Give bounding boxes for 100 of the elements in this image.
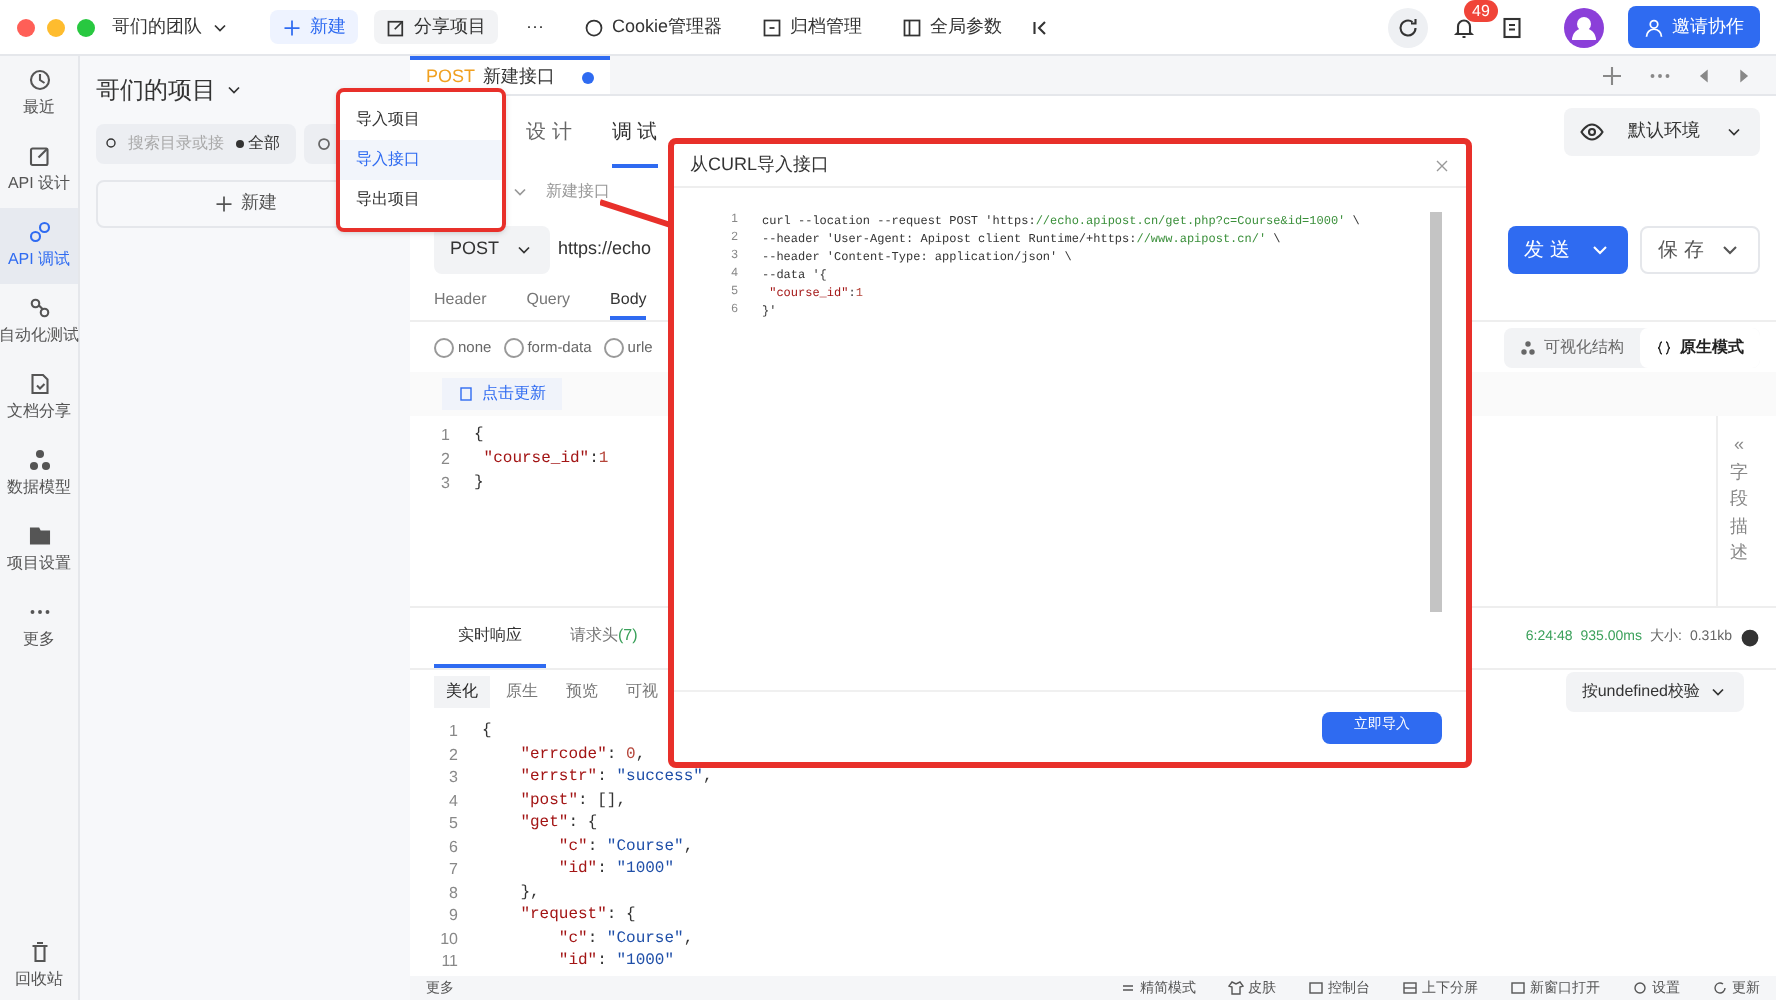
mode-tab[interactable]: 调 试 (611, 118, 658, 168)
code-line: "request": { (518, 904, 636, 927)
menu-item[interactable]: 导入接口 (340, 140, 502, 180)
bell-icon (1452, 15, 1476, 39)
eye-icon (1580, 120, 1604, 144)
body-tab[interactable]: Query (526, 284, 571, 320)
url-field[interactable]: https://echo (558, 236, 652, 264)
body-tab[interactable]: Body (610, 284, 647, 320)
terminal-icon (1308, 980, 1324, 996)
view-mode-button[interactable]: 可视化结构 (1504, 327, 1640, 367)
window-icon (1510, 980, 1526, 996)
format-tab[interactable]: 可视 (614, 675, 670, 707)
notification-badge: 49 (1464, 0, 1498, 21)
format-tab[interactable]: 美化 (434, 675, 490, 707)
search-field[interactable]: 搜索目录或接 全部 (96, 124, 296, 164)
code-line: "errstr": "success", (518, 766, 713, 789)
line-number: 3 (439, 472, 452, 496)
format-tab[interactable]: 预览 (554, 675, 610, 707)
toolbar-button[interactable]: 归档管理 (750, 9, 875, 45)
sync-button[interactable] (1388, 7, 1428, 47)
line-number: 1 (439, 424, 452, 448)
notes-icon (1500, 15, 1524, 39)
code-line: "c": "Course", (556, 835, 694, 858)
nav-item[interactable]: 数据模型 (0, 436, 78, 512)
line-number: 1 (447, 720, 460, 743)
send-button[interactable]: 发 送 (1508, 226, 1628, 274)
compress-icon (1120, 980, 1136, 996)
save-button[interactable]: 保 存 (1640, 226, 1760, 274)
field-description-toggle[interactable]: « 字段描述 (1716, 416, 1760, 606)
dialog-title: 从CURL导入接口 (690, 151, 830, 178)
nav-item[interactable]: API 设计 (0, 132, 78, 208)
team-selector[interactable]: 哥们的团队 (112, 13, 230, 41)
flow-icon (27, 296, 51, 320)
user-icon (1644, 17, 1664, 37)
share-icon (386, 17, 406, 37)
update-button[interactable]: 点击更新 (442, 378, 562, 410)
line-number: 3 (447, 766, 460, 789)
code-line: } (474, 472, 484, 496)
code-line: { (474, 424, 484, 448)
braces-icon (1656, 339, 1672, 355)
more-button[interactable]: ··· (514, 9, 556, 45)
body-tab[interactable]: Header (434, 284, 487, 320)
toolbar-button[interactable]: 分享项目 (374, 9, 498, 45)
nav-item[interactable]: 项目设置 (0, 512, 78, 588)
toolbar-button[interactable]: Cookie管理器 (572, 9, 735, 45)
new-button[interactable]: 新建 (270, 9, 358, 45)
environment-selector[interactable]: 默认环境 (1564, 108, 1760, 156)
line-number: 5 (447, 812, 460, 835)
response-tab[interactable]: 实时响应 (434, 608, 546, 668)
folder-icon (27, 524, 51, 548)
line-number: 2 (439, 448, 452, 472)
close-icon (1434, 157, 1450, 173)
mode-tab[interactable]: 设 计 (526, 118, 572, 168)
line-number: 7 (447, 858, 460, 881)
toolbar-button[interactable]: 全局参数 (890, 9, 1015, 45)
plus-icon (282, 17, 302, 37)
code-line: "id": "1000" (556, 950, 675, 973)
avatar[interactable] (1564, 7, 1604, 47)
edit-icon (27, 144, 51, 168)
validation-selector[interactable]: 按undefined校验 (1565, 671, 1744, 711)
nav-item[interactable]: 自动化测试 (0, 284, 78, 360)
format-tab[interactable]: 原生 (494, 675, 550, 707)
nav-item[interactable]: 最近 (0, 56, 78, 132)
line-number: 2 (447, 743, 460, 766)
code-line: "errcode": 0, (518, 743, 646, 766)
nav-item[interactable]: 文档分享 (0, 360, 78, 436)
left-icon (1696, 67, 1712, 83)
invite-button[interactable]: 邀请协作 (1628, 5, 1760, 49)
code-line: "post": [], (518, 789, 627, 812)
trash-icon (27, 940, 51, 964)
line-number: 11 (439, 950, 460, 973)
method-selector[interactable]: POST (434, 226, 550, 274)
nodes-icon (27, 448, 51, 472)
code-line: { (482, 720, 492, 743)
split-icon (1402, 980, 1418, 996)
response-tab[interactable]: 请求头(7) (546, 608, 662, 668)
document-icon (27, 372, 51, 396)
request-tab[interactable]: POST 新建接口 (410, 56, 610, 94)
line-number: 9 (447, 904, 460, 927)
archive-icon (762, 17, 783, 37)
document-icon (458, 386, 474, 402)
code-line: }, (518, 881, 540, 904)
trash-button[interactable]: 回收站 (0, 940, 78, 1000)
shirt-icon (1228, 980, 1244, 996)
nav-item[interactable]: 更多 (0, 588, 78, 664)
grid-icon (902, 17, 923, 37)
line-number: 10 (438, 927, 460, 950)
project-title[interactable]: 哥们的项目 (96, 72, 216, 108)
line-number: 8 (447, 881, 460, 904)
filter-selector[interactable]: 全部 (236, 132, 280, 156)
code-line: "get": { (518, 812, 598, 835)
plus-icon (1600, 63, 1624, 87)
line-number: 4 (447, 789, 460, 812)
refresh-icon (1712, 980, 1728, 996)
menu-item[interactable]: 导入项目 (340, 100, 502, 140)
link-icon (27, 220, 51, 244)
nodes-icon (1520, 339, 1536, 355)
nav-item[interactable]: API 调试 (0, 208, 78, 284)
view-mode-button[interactable]: 原生模式 (1640, 327, 1760, 367)
refresh-icon (1396, 15, 1420, 39)
